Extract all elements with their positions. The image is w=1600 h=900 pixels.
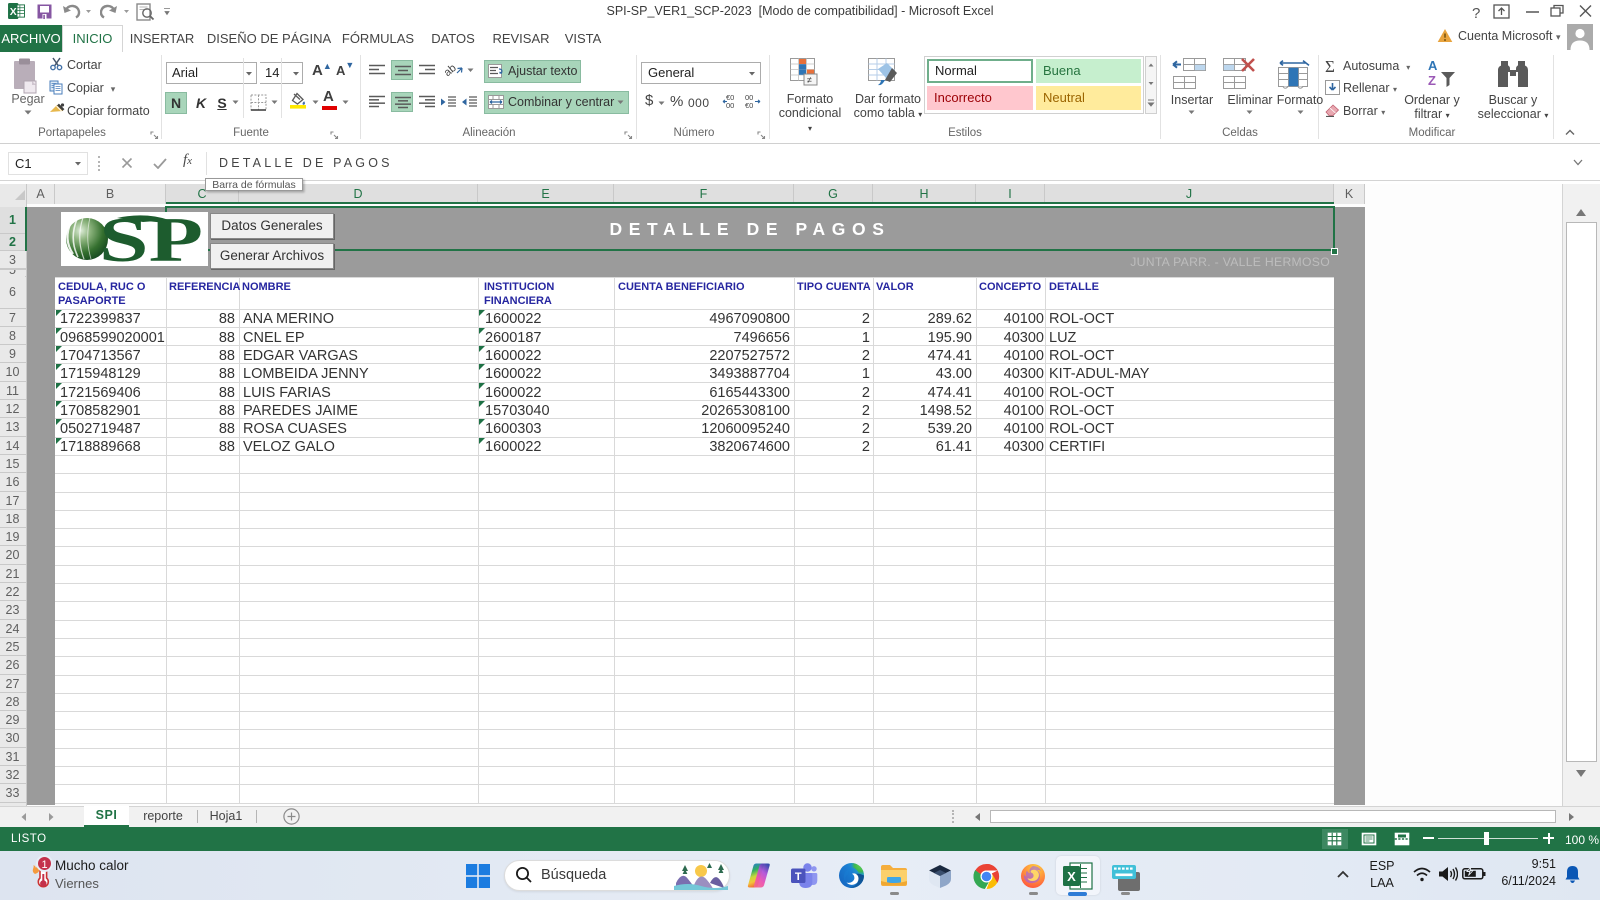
svg-text:ab: ab bbox=[444, 62, 459, 78]
svg-text:T: T bbox=[795, 871, 802, 883]
svg-text:€0: €0 bbox=[745, 101, 753, 109]
svg-text:00: 00 bbox=[726, 101, 734, 109]
svg-text:Z: Z bbox=[1428, 73, 1436, 88]
svg-text:X: X bbox=[1067, 869, 1076, 884]
svg-text:A: A bbox=[1428, 58, 1438, 73]
svg-text:?: ? bbox=[1472, 5, 1480, 22]
svg-text:≠: ≠ bbox=[807, 75, 812, 85]
